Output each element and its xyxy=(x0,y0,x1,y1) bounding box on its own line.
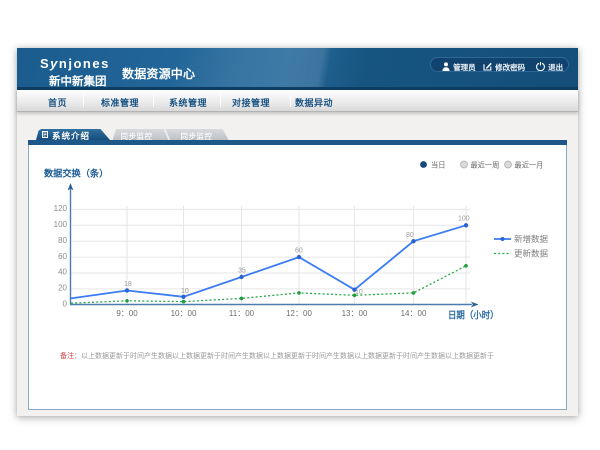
svg-text:9：00: 9：00 xyxy=(116,309,138,318)
svg-text:12：00: 12：00 xyxy=(286,309,312,318)
svg-text:60: 60 xyxy=(58,252,67,261)
svg-text:40: 40 xyxy=(58,268,67,277)
svg-text:35: 35 xyxy=(238,268,246,275)
svg-text:更新数据: 更新数据 xyxy=(514,249,549,259)
svg-text:日期（小时）: 日期（小时） xyxy=(448,309,499,321)
svg-text:11：00: 11：00 xyxy=(229,309,255,318)
svg-text:120: 120 xyxy=(54,204,68,213)
svg-text:10: 10 xyxy=(355,289,363,296)
svg-text:60: 60 xyxy=(295,248,303,255)
svg-text:数据交换（条）: 数据交换（条） xyxy=(43,168,108,179)
svg-text:10: 10 xyxy=(181,288,189,295)
svg-text:当日: 当日 xyxy=(431,160,445,169)
svg-text:100: 100 xyxy=(458,216,470,223)
svg-text:20: 20 xyxy=(58,284,67,293)
svg-text:18: 18 xyxy=(124,281,132,288)
svg-text:80: 80 xyxy=(406,232,414,239)
svg-text:最近一月: 最近一月 xyxy=(515,160,544,169)
svg-text:13：00: 13：00 xyxy=(342,309,368,318)
svg-text:80: 80 xyxy=(58,236,67,245)
svg-text:新增数据: 新增数据 xyxy=(514,234,549,244)
svg-text:最近一周: 最近一周 xyxy=(471,160,500,169)
svg-text:10：00: 10：00 xyxy=(171,309,197,318)
svg-text:100: 100 xyxy=(54,220,68,229)
svg-text:0: 0 xyxy=(63,300,68,309)
svg-text:14：00: 14：00 xyxy=(401,309,427,318)
